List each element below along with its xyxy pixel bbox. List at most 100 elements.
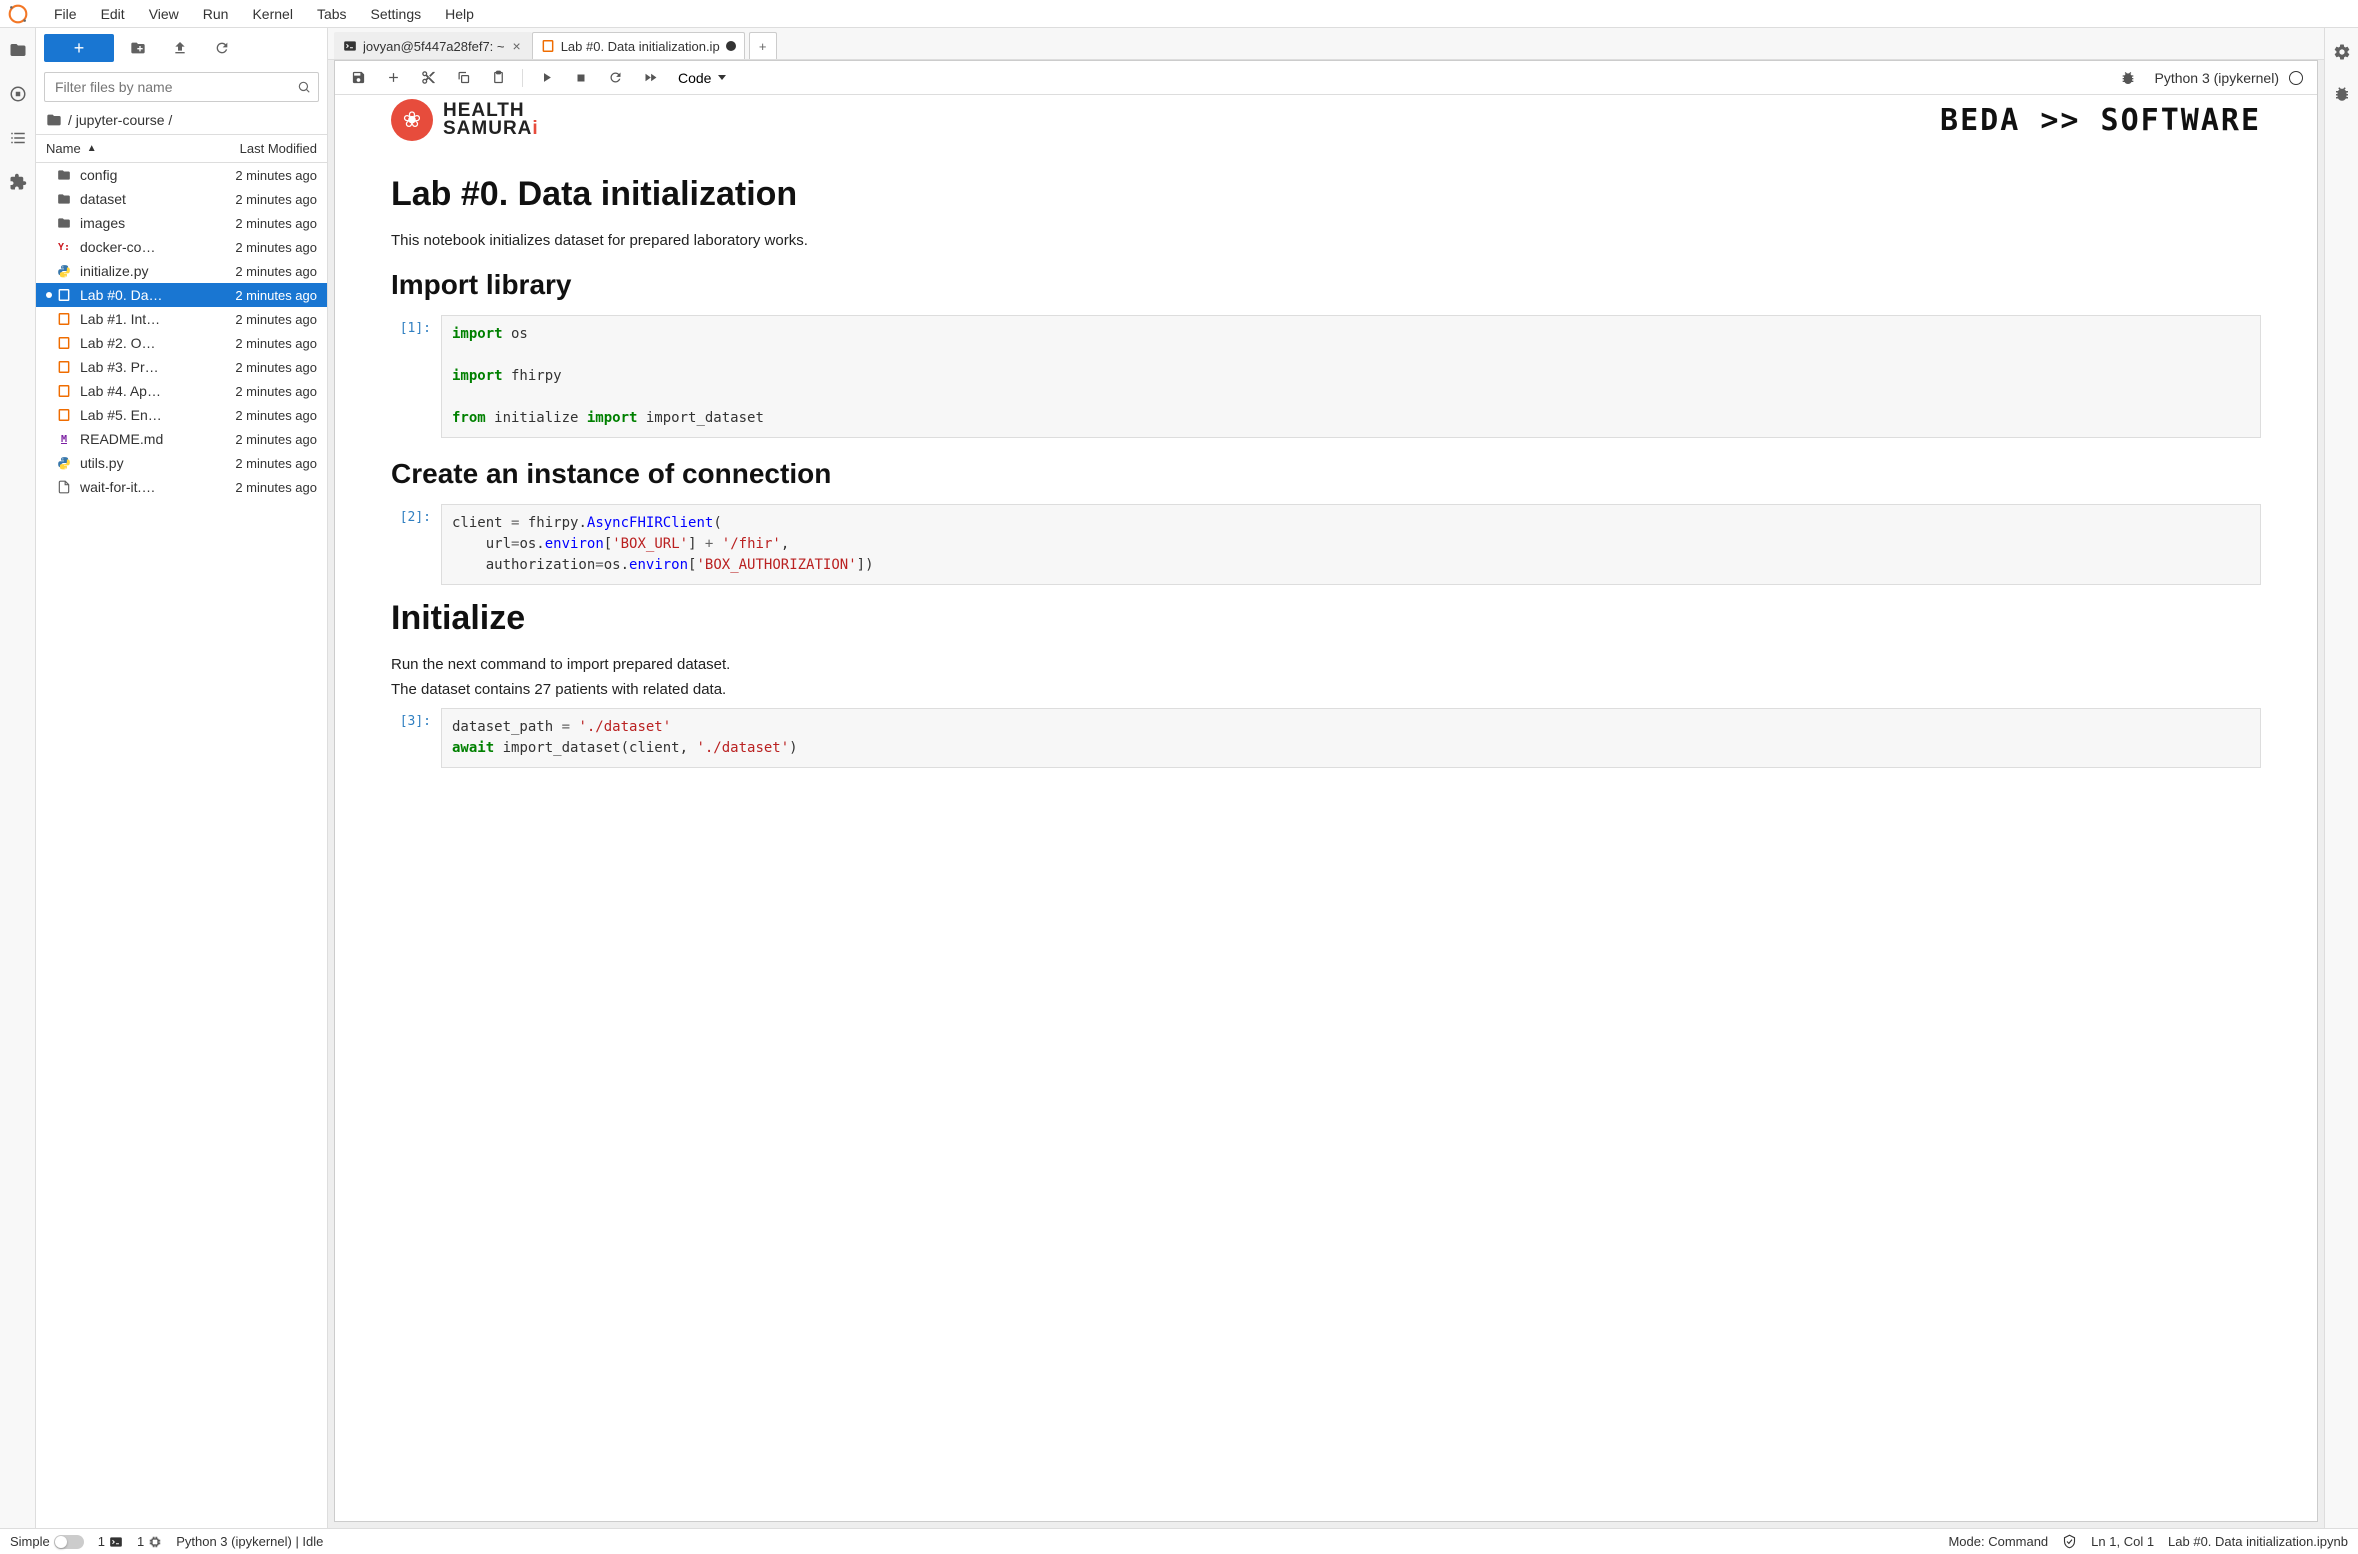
kernel-status-icon[interactable] xyxy=(2289,71,2303,85)
jupyter-logo[interactable] xyxy=(8,4,28,24)
restart-run-all-icon[interactable] xyxy=(635,66,666,89)
column-name[interactable]: Name ▲ xyxy=(36,135,207,162)
cursor-position[interactable]: Ln 1, Col 1 xyxy=(2091,1534,2154,1549)
notebook-body[interactable]: ❀ HEALTHSAMURAi BEDA >> SOFTWARE Lab #0.… xyxy=(335,95,2317,1521)
terminal-icon xyxy=(343,39,357,53)
menu-file[interactable]: File xyxy=(42,2,89,26)
upload-icon[interactable] xyxy=(162,34,198,62)
file-row[interactable]: dataset2 minutes ago xyxy=(36,187,327,211)
notebook-toolbar: Code Python 3 (ipykernel) xyxy=(335,61,2317,95)
file-path[interactable]: Lab #0. Data initialization.ipynb xyxy=(2168,1534,2348,1549)
cut-icon[interactable] xyxy=(413,66,444,89)
file-modified: 2 minutes ago xyxy=(207,288,317,303)
dock-tab[interactable]: jovyan@5f447a28fef7: ~× xyxy=(334,32,532,59)
debugger-icon[interactable] xyxy=(2112,66,2144,90)
refresh-icon[interactable] xyxy=(204,34,240,62)
file-row[interactable]: Lab #4. Ap…2 minutes ago xyxy=(36,379,327,403)
dock-tabs: jovyan@5f447a28fef7: ~× Lab #0. Data init… xyxy=(328,28,2324,60)
file-row[interactable]: config2 minutes ago xyxy=(36,163,327,187)
file-row[interactable]: Lab #5. En…2 minutes ago xyxy=(36,403,327,427)
menu-settings[interactable]: Settings xyxy=(359,2,434,26)
file-name: images xyxy=(80,215,207,231)
code-input[interactable]: dataset_path = './dataset' await import_… xyxy=(441,708,2261,768)
banner: ❀ HEALTHSAMURAi BEDA >> SOFTWARE xyxy=(351,95,2301,151)
dock-tab[interactable]: Lab #0. Data initialization.ip xyxy=(532,32,745,59)
file-name: Lab #5. En… xyxy=(80,407,207,423)
notebook-icon xyxy=(56,336,72,350)
code-cell-1[interactable]: [1]: import os import fhirpy from initia… xyxy=(391,315,2261,438)
file-row[interactable]: initialize.py2 minutes ago xyxy=(36,259,327,283)
menu-view[interactable]: View xyxy=(137,2,191,26)
init-text-1: Run the next command to import prepared … xyxy=(391,656,2261,673)
new-launcher-button[interactable]: + xyxy=(44,34,114,62)
mode-indicator[interactable]: Mode: Command xyxy=(1948,1534,2048,1549)
file-row[interactable]: Lab #2. O…2 minutes ago xyxy=(36,331,327,355)
debugger-panel-icon[interactable] xyxy=(2332,84,2352,104)
stop-icon[interactable] xyxy=(566,67,596,89)
file-row[interactable]: Lab #1. Int…2 minutes ago xyxy=(36,307,327,331)
folder-icon xyxy=(46,112,62,128)
simple-mode-toggle[interactable]: Simple xyxy=(10,1534,84,1549)
file-row[interactable]: Y:docker-co…2 minutes ago xyxy=(36,235,327,259)
file-row[interactable]: utils.py2 minutes ago xyxy=(36,451,327,475)
close-icon[interactable]: × xyxy=(511,38,523,54)
toc-icon[interactable] xyxy=(8,128,28,148)
copy-icon[interactable] xyxy=(448,66,479,89)
menu-edit[interactable]: Edit xyxy=(89,2,137,26)
file-row[interactable]: MREADME.md2 minutes ago xyxy=(36,427,327,451)
column-modified[interactable]: Last Modified xyxy=(207,135,327,162)
prompt: [2]: xyxy=(391,504,441,585)
run-icon[interactable] xyxy=(531,66,562,89)
heading-lab0: Lab #0. Data initialization xyxy=(391,175,2261,214)
restart-icon[interactable] xyxy=(600,66,631,89)
code-cell-3[interactable]: [3]: dataset_path = './dataset' await im… xyxy=(391,708,2261,768)
save-icon[interactable] xyxy=(343,66,374,89)
file-row[interactable]: images2 minutes ago xyxy=(36,211,327,235)
notebook-icon xyxy=(541,39,555,53)
prompt: [1]: xyxy=(391,315,441,438)
file-list: config2 minutes agodataset2 minutes agoi… xyxy=(36,163,327,1528)
add-cell-icon[interactable] xyxy=(378,66,409,89)
file-row[interactable]: wait-for-it.…2 minutes ago xyxy=(36,475,327,499)
init-text-2: The dataset contains 27 patients with re… xyxy=(391,681,2261,698)
python-icon xyxy=(56,456,72,470)
breadcrumb[interactable]: / jupyter-course / xyxy=(36,106,327,134)
folder-icon[interactable] xyxy=(8,40,28,60)
terminals-count[interactable]: 1 xyxy=(98,1534,123,1549)
puzzle-icon[interactable] xyxy=(8,172,28,192)
kernel-name[interactable]: Python 3 (ipykernel) xyxy=(2154,70,2279,86)
cell-type-select[interactable]: Code xyxy=(670,66,732,90)
new-folder-icon[interactable] xyxy=(120,34,156,62)
code-input[interactable]: import os import fhirpy from initialize … xyxy=(441,315,2261,438)
file-modified: 2 minutes ago xyxy=(207,336,317,351)
file-modified: 2 minutes ago xyxy=(207,192,317,207)
sort-asc-icon: ▲ xyxy=(87,143,97,154)
filter-input[interactable] xyxy=(44,72,319,102)
code-cell-2[interactable]: [2]: client = fhirpy.AsyncFHIRClient( ur… xyxy=(391,504,2261,585)
code-input[interactable]: client = fhirpy.AsyncFHIRClient( url=os.… xyxy=(441,504,2261,585)
heading-connection: Create an instance of connection xyxy=(391,458,2261,490)
heading-import: Import library xyxy=(391,269,2261,301)
menu-run[interactable]: Run xyxy=(191,2,241,26)
menu-tabs[interactable]: Tabs xyxy=(305,2,359,26)
menu-help[interactable]: Help xyxy=(433,2,486,26)
notebook-icon xyxy=(56,360,72,374)
kernel-status[interactable]: Python 3 (ipykernel) | Idle xyxy=(176,1534,323,1549)
property-inspector-icon[interactable] xyxy=(2332,42,2352,62)
menu-kernel[interactable]: Kernel xyxy=(240,2,304,26)
trust-icon[interactable] xyxy=(2062,1534,2077,1549)
folder-icon xyxy=(56,192,72,206)
menu-bar: FileEditViewRunKernelTabsSettingsHelp xyxy=(0,0,2358,28)
right-sidebar xyxy=(2324,28,2358,1528)
breadcrumb-path[interactable]: / jupyter-course / xyxy=(68,112,172,128)
file-row[interactable]: Lab #3. Pr…2 minutes ago xyxy=(36,355,327,379)
add-tab-button[interactable]: + xyxy=(749,32,777,59)
file-modified: 2 minutes ago xyxy=(207,432,317,447)
paste-icon[interactable] xyxy=(483,66,514,89)
file-name: Lab #2. O… xyxy=(80,335,207,351)
running-icon[interactable] xyxy=(8,84,28,104)
notebook-icon xyxy=(56,312,72,326)
tab-label: Lab #0. Data initialization.ip xyxy=(561,39,720,54)
file-row[interactable]: Lab #0. Da…2 minutes ago xyxy=(36,283,327,307)
kernels-count[interactable]: 1 xyxy=(137,1534,162,1549)
